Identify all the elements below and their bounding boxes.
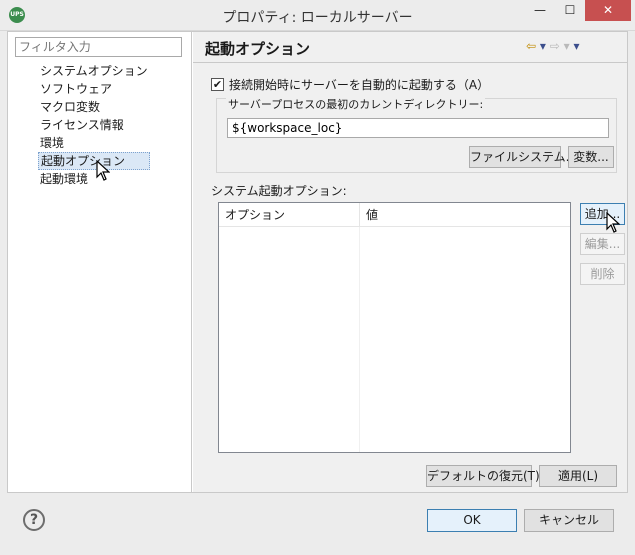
page-title: 起動オプション xyxy=(205,40,311,58)
auto-start-row[interactable]: ✔ 接続開始時にサーバーを自動的に起動する（A） xyxy=(211,76,489,93)
sidebar-item-system-options[interactable]: システムオプション xyxy=(38,62,150,80)
directory-input[interactable] xyxy=(227,118,609,138)
back-dropdown-icon[interactable]: ▾ xyxy=(540,39,546,53)
forward-dropdown-icon[interactable]: ▾ xyxy=(564,39,570,53)
delete-button[interactable]: 削除 xyxy=(580,263,625,285)
page-nav: ⇦ ▾ ⇨ ▾ ▾ xyxy=(526,39,580,53)
mouse-cursor-icon xyxy=(606,212,620,233)
variables-button[interactable]: 変数... xyxy=(568,146,614,168)
apply-button[interactable]: 適用(L) xyxy=(539,465,617,487)
close-button[interactable]: ✕ xyxy=(585,0,631,21)
filter-input[interactable] xyxy=(15,37,182,57)
column-divider xyxy=(359,227,360,452)
ok-button[interactable]: OK xyxy=(427,509,517,532)
restore-defaults-button[interactable]: デフォルトの復元(T) xyxy=(426,465,540,487)
sidebar-item-software[interactable]: ソフトウェア xyxy=(38,80,150,98)
directory-group-label: サーバープロセスの最初のカレントディレクトリー: xyxy=(226,96,486,112)
sidebar-item-license-info[interactable]: ライセンス情報 xyxy=(38,116,150,134)
cancel-button[interactable]: キャンセル xyxy=(524,509,614,532)
system-options-label: システム起動オプション: xyxy=(211,184,347,198)
page-pane: 起動オプション ⇦ ▾ ⇨ ▾ ▾ ✔ 接続開始時にサーバーを自動的に起動する（… xyxy=(193,32,627,492)
column-header-value[interactable]: 値 xyxy=(360,203,570,227)
sidebar-item-environment[interactable]: 環境 xyxy=(38,134,150,152)
back-arrow-icon[interactable]: ⇦ xyxy=(526,39,536,53)
system-options-table[interactable]: オプション 値 xyxy=(218,202,571,453)
help-icon[interactable]: ? xyxy=(23,509,45,531)
filesystem-button[interactable]: ファイルシステム... xyxy=(469,146,577,168)
forward-arrow-icon[interactable]: ⇨ xyxy=(550,39,560,53)
sidebar-item-startup-options[interactable]: 起動オプション xyxy=(38,152,150,170)
sidebar-item-startup-environment[interactable]: 起動環境 xyxy=(38,170,150,188)
view-menu-icon[interactable]: ▾ xyxy=(574,39,580,53)
auto-start-checkbox[interactable]: ✔ xyxy=(211,78,224,91)
maximize-button[interactable]: ☐ xyxy=(556,0,584,21)
nav-tree: システムオプション ソフトウェア マクロ変数 ライセンス情報 環境 起動オプショ… xyxy=(38,62,150,188)
minimize-button[interactable]: — xyxy=(526,0,554,21)
sidebar: システムオプション ソフトウェア マクロ変数 ライセンス情報 環境 起動オプショ… xyxy=(8,32,192,492)
sidebar-item-macro-variables[interactable]: マクロ変数 xyxy=(38,98,150,116)
title-bar: UPS プロパティ: ローカルサーバー — ☐ ✕ xyxy=(0,0,635,31)
column-header-option[interactable]: オプション xyxy=(219,203,360,227)
mouse-cursor-icon xyxy=(96,160,110,181)
dialog-footer: ? OK キャンセル xyxy=(0,493,635,555)
edit-button[interactable]: 編集... xyxy=(580,233,625,255)
dialog-content: システムオプション ソフトウェア マクロ変数 ライセンス情報 環境 起動オプショ… xyxy=(7,31,628,493)
auto-start-label: 接続開始時にサーバーを自動的に起動する（A） xyxy=(229,78,490,92)
title-separator xyxy=(193,62,627,63)
